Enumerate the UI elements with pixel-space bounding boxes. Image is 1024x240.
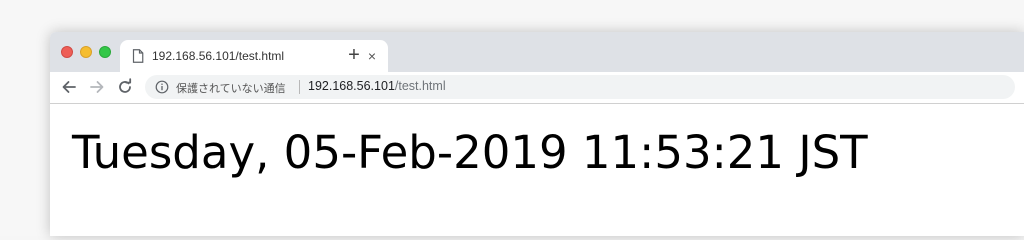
document-icon	[132, 49, 144, 63]
address-bar[interactable]: 保護されていない通信 192.168.56.101/test.html	[145, 75, 1015, 99]
address-divider	[299, 80, 300, 94]
window-maximize-button[interactable]	[99, 46, 111, 58]
window-minimize-button[interactable]	[80, 46, 92, 58]
arrow-left-icon[interactable]	[60, 78, 78, 96]
arrow-right-icon[interactable]	[88, 78, 106, 96]
url-host: 192.168.56.101	[308, 79, 395, 93]
security-status[interactable]: 保護されていない通信	[176, 80, 286, 96]
url-path: /test.html	[394, 79, 446, 93]
browser-toolbar: 保護されていない通信 192.168.56.101/test.html	[50, 72, 1024, 104]
browser-window: 192.168.56.101/test.html × + 保護されていない通信 …	[50, 32, 1024, 236]
url-text[interactable]: 192.168.56.101/test.html	[308, 79, 446, 93]
window-close-button[interactable]	[61, 46, 73, 58]
tab-strip: 192.168.56.101/test.html × +	[50, 32, 1024, 72]
new-tab-button[interactable]: +	[344, 45, 364, 65]
reload-icon[interactable]	[116, 78, 134, 96]
tab-close-icon[interactable]: ×	[364, 48, 380, 64]
info-icon[interactable]	[155, 80, 169, 94]
page-content: Tuesday, 05-Feb-2019 11:53:21 JST	[50, 104, 1024, 236]
datetime-text: Tuesday, 05-Feb-2019 11:53:21 JST	[72, 126, 868, 179]
tab-title: 192.168.56.101/test.html	[152, 49, 285, 63]
